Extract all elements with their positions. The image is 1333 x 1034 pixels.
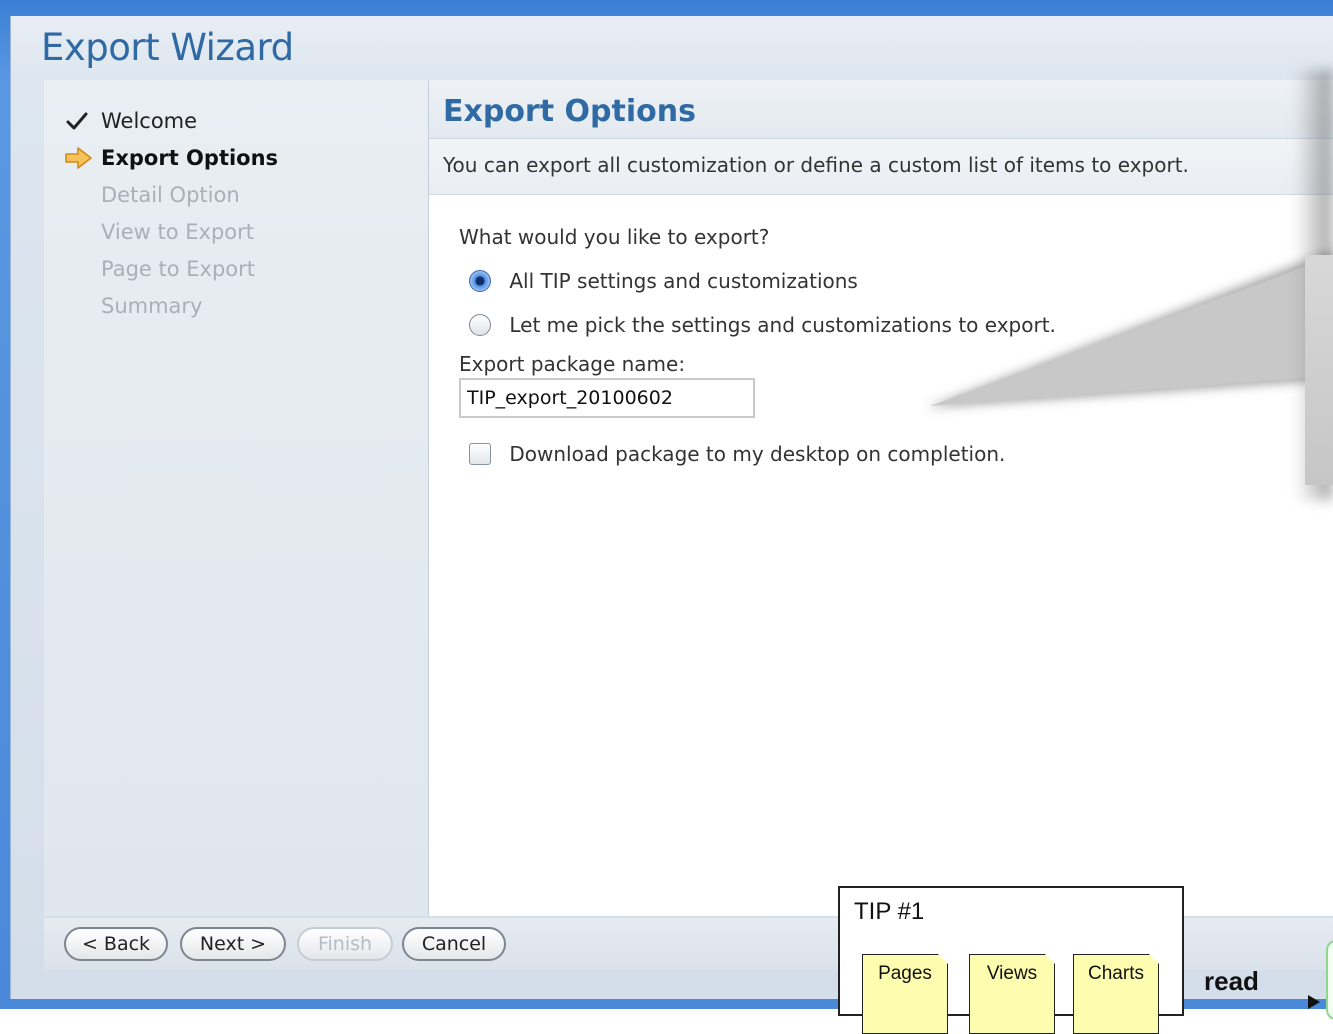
step-detail-option: Detail Option [64, 182, 278, 219]
next-panel-edge [1326, 940, 1333, 1020]
doc-views: Views [969, 953, 1056, 1034]
step-label: Export Options [101, 146, 279, 170]
step-summary: Summary [64, 293, 278, 330]
step-label: Detail Option [101, 183, 240, 207]
steps-sidebar: Welcome Export Options Detail Option Vie… [44, 80, 429, 916]
radio-button-selected[interactable] [469, 269, 491, 292]
download-checkbox[interactable] [469, 442, 491, 465]
next-button[interactable]: Next > [180, 927, 286, 961]
radio-button[interactable] [469, 313, 491, 336]
option-all-settings[interactable]: All TIP settings and customizations [469, 269, 858, 294]
step-view-to-export: View to Export [64, 219, 278, 256]
content-pane: Export Options You can export all custom… [429, 80, 1333, 916]
arrow-right-icon [65, 147, 92, 169]
package-name-input[interactable] [459, 378, 755, 418]
page-description-bar: You can export all customization or defi… [429, 139, 1333, 195]
checkmark-icon [66, 112, 88, 130]
wizard-title: Export Wizard [41, 26, 294, 69]
page-header: Export Options [429, 80, 1333, 139]
tip-box: TIP #1 Pages Views Charts [838, 886, 1184, 1034]
package-name-label: Export package name: [459, 352, 686, 376]
step-export-options: Export Options [64, 145, 278, 182]
step-label: Welcome [101, 109, 198, 133]
export-question: What would you like to export? [459, 225, 770, 249]
cancel-button[interactable]: Cancel [402, 927, 506, 961]
doc-charts: Charts [1073, 953, 1160, 1034]
doc-pages: Pages [862, 953, 949, 1034]
steps-list: Welcome Export Options Detail Option Vie… [64, 108, 278, 330]
tip-title: TIP #1 [854, 898, 925, 925]
read-label: read [1204, 966, 1259, 996]
step-page-to-export: Page to Export [64, 256, 278, 293]
arrow-right-icon [1308, 995, 1320, 1009]
step-label: Page to Export [101, 257, 256, 281]
step-welcome: Welcome [64, 108, 278, 145]
step-label: Summary [101, 294, 203, 318]
back-button[interactable]: < Back [64, 927, 168, 961]
export-wizard-window: Export Wizard Welcome Export Options Det… [10, 16, 1333, 999]
option-label: All TIP settings and customizations [509, 269, 858, 293]
page-description: You can export all customization or defi… [443, 153, 1189, 177]
step-label: View to Export [101, 220, 255, 244]
page-title: Export Options [443, 94, 696, 129]
callout-pointer [926, 250, 1333, 408]
callout-box [1305, 255, 1333, 485]
finish-button[interactable]: Finish [297, 927, 393, 961]
